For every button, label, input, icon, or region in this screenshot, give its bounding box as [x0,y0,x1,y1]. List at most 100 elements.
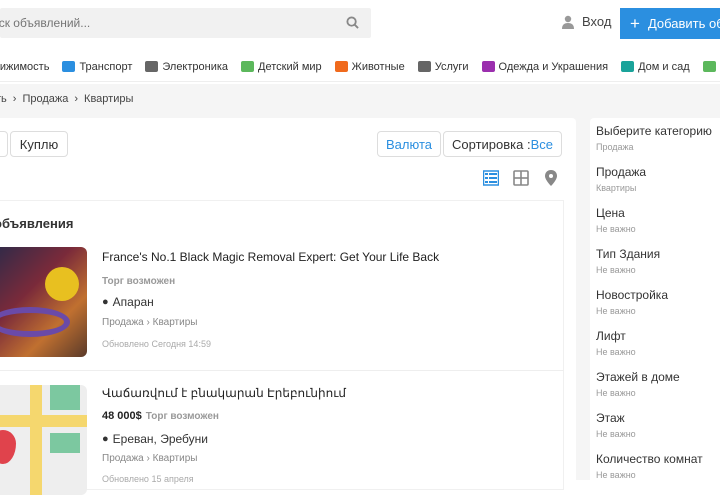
filter-value: Не важно [596,306,668,316]
buy-tab-button[interactable]: Куплю [10,131,68,157]
chart-icon [703,61,716,72]
location-text: Ереван, Эребуни [113,432,208,446]
category-item[interactable]: Детский мир [241,61,322,73]
filter-label: Новостройка [596,288,668,302]
filter-label: Продажа [596,165,646,179]
category-item[interactable]: Б [703,61,720,73]
category-label: вижимость [0,61,49,73]
listing-category: Продажа › Квартиры [102,453,197,464]
listing-title[interactable]: France's No.1 Black Magic Removal Expert… [102,250,439,264]
category-item[interactable]: Животные [335,61,405,73]
breadcrumb-item[interactable]: Квартиры [84,93,133,105]
price-value: 48 000$ [102,410,142,422]
filter-item[interactable]: Лифт Не важно [596,329,636,357]
category-item[interactable]: Услуги [418,61,469,73]
filter-value: Не важно [596,470,703,480]
negotiable-label: Торг возможен [102,276,175,287]
listing-price: Торг возможен [102,275,175,287]
category-nav: вижимость Транспорт Электроника Детский мир… [0,52,720,82]
negotiable-label: Торг возможен [146,411,219,422]
location-text: Апаран [113,295,154,309]
search-icon[interactable] [346,16,359,29]
plus-icon: + [630,14,640,34]
breadcrumb-item[interactable]: Продажа [22,93,68,105]
filter-item[interactable]: Этаж Не важно [596,411,636,439]
filter-label: Количество комнат [596,452,703,466]
listing-updated: Обновлено Сегодня 14:59 [102,339,211,349]
filter-label: Цена [596,206,636,220]
filter-value: Не важно [596,347,636,357]
grid-view-icon[interactable] [513,170,529,186]
filter-item[interactable]: Продажа Квартиры [596,165,646,193]
filter-item[interactable]: Новостройка Не важно [596,288,668,316]
login-label: Вход [582,14,611,29]
filter-label: Тип Здания [596,247,660,261]
listing-location: ● Ереван, Эребуни [102,432,208,446]
add-listing-label: Добавить об [648,16,720,31]
filter-value: Не важно [596,429,636,439]
filter-value: Продажа [596,142,712,152]
header: Вход + Добавить об [0,0,720,46]
listing-price: 48 000$ Торг возможен [102,410,219,422]
list-heading: объявления [0,216,73,231]
search-bar [0,8,371,38]
listing-category: Продажа › Квартиры [102,317,197,328]
category-label: Электроника [162,61,228,73]
filter-label: Выберите категорию [596,124,712,138]
filter-item[interactable]: Тип Здания Не важно [596,247,660,275]
category-label: Услуги [435,61,469,73]
paw-icon [335,61,348,72]
list-view-icon[interactable] [483,170,499,186]
filter-value: Не важно [596,388,680,398]
category-item[interactable]: Дом и сад [621,61,690,73]
category-item[interactable]: вижимость [0,61,49,73]
category-label: Детский мир [258,61,322,73]
map-view-icon[interactable] [543,170,559,186]
map-pin-icon: ● [102,433,109,445]
divider [0,370,564,371]
category-label: Одежда и Украшения [499,61,609,73]
breadcrumb: ть › Продажа › Квартиры [0,93,133,105]
heels-icon [482,61,495,72]
login-link[interactable]: Вход [562,14,611,29]
listing-title[interactable]: Վաճառվում է բնակարան Էրեբունիում [102,386,346,400]
category-item[interactable]: Транспорт [62,61,132,73]
sort-value: Все [531,137,553,152]
category-label: Дом и сад [638,61,690,73]
chevron-right-icon: › [13,93,17,105]
filter-item[interactable]: Цена Не важно [596,206,636,234]
map-pin-icon: ● [102,296,109,308]
category-label: Транспорт [79,61,132,73]
filter-item[interactable]: Количество комнат Не важно [596,452,703,480]
currency-button[interactable]: Валюта [377,131,441,157]
listing-thumbnail[interactable] [0,247,87,357]
sort-label: Сортировка : [452,137,531,152]
sell-tab-button[interactable] [0,131,8,157]
tools-icon [418,61,431,72]
filter-label: Этаж [596,411,636,425]
filter-value: Квартиры [596,183,646,193]
sort-button[interactable]: Сортировка : Все [443,131,562,157]
chevron-right-icon: › [74,93,78,105]
add-listing-button[interactable]: + Добавить об [620,8,720,39]
filter-item[interactable]: Выберите категорию Продажа [596,124,712,152]
category-label: Животные [352,61,405,73]
category-item[interactable]: Одежда и Украшения [482,61,609,73]
filter-value: Не важно [596,265,660,275]
filter-label: Этажей в доме [596,370,680,384]
monitor-icon [145,61,158,72]
filter-value: Не важно [596,224,636,234]
user-icon [562,15,574,29]
filter-label: Лифт [596,329,636,343]
listing-thumbnail[interactable] [0,385,87,495]
filter-sidebar: Выберите категорию Продажа Продажа Квартиры… [590,118,720,488]
search-input[interactable] [0,8,330,38]
filter-item[interactable]: Этажей в доме Не важно [596,370,680,398]
car-icon [62,61,75,72]
breadcrumb-item[interactable]: ть [0,93,7,105]
listing-location: ● Апаран [102,295,154,309]
listing-updated: Обновлено 15 апреля [102,474,194,484]
paint-roller-icon [621,61,634,72]
category-item[interactable]: Электроника [145,61,228,73]
blocks-icon [241,61,254,72]
